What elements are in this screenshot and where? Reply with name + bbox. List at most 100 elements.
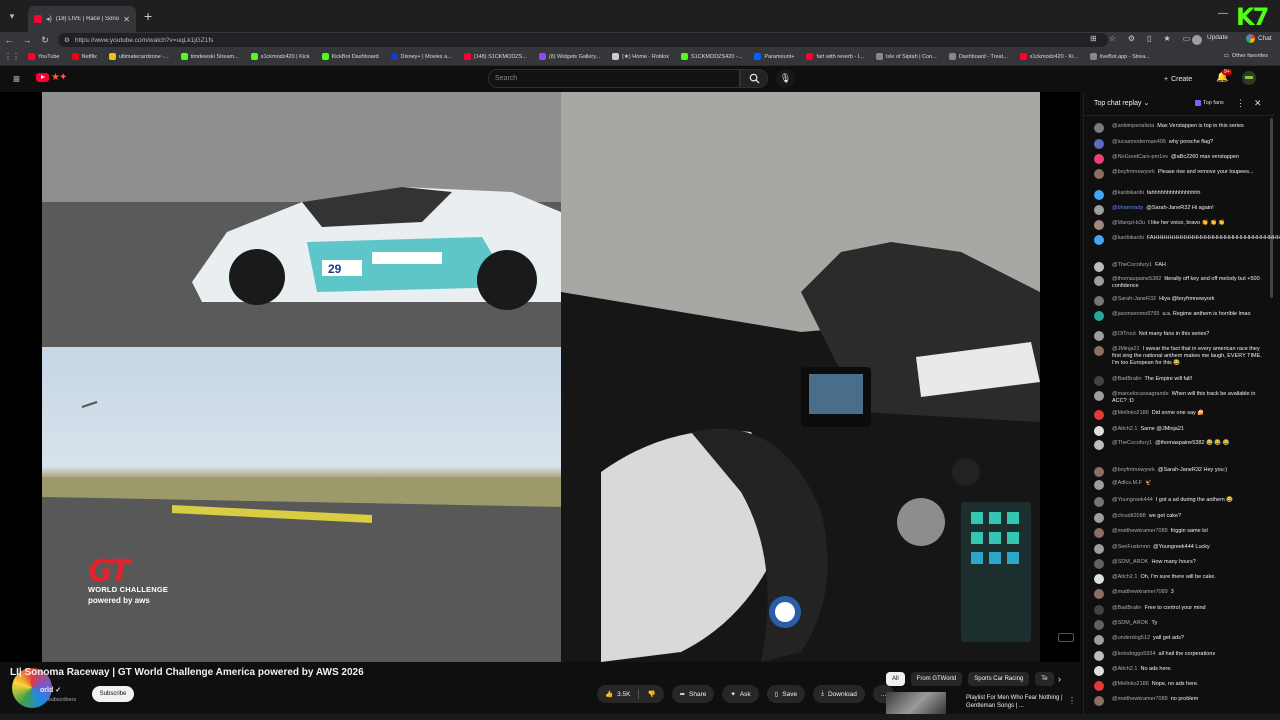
- chat-user-avatar[interactable]: [1094, 480, 1104, 490]
- chat-user-avatar[interactable]: [1094, 190, 1104, 200]
- chip-from-gtworld[interactable]: From GTWorld: [910, 672, 963, 686]
- chat-user-avatar[interactable]: [1094, 276, 1104, 286]
- bookmark-star-icon[interactable]: ☆: [1109, 34, 1116, 43]
- chat-username[interactable]: @boyfrmnewyork: [1112, 467, 1155, 473]
- chat-username[interactable]: @OlTrout: [1112, 331, 1136, 337]
- chat-user-avatar[interactable]: [1094, 589, 1104, 599]
- ask-button[interactable]: ✦ Ask: [722, 685, 759, 703]
- share-button[interactable]: ➦ Share: [671, 685, 715, 703]
- chat-user-avatar[interactable]: [1094, 331, 1104, 341]
- chat-username[interactable]: @underdog512: [1112, 635, 1150, 641]
- chat-username[interactable]: @NoGoodCars-pm1ev: [1112, 154, 1168, 160]
- chat-user-avatar[interactable]: [1094, 205, 1104, 215]
- hamburger-menu-icon[interactable]: ≡: [13, 73, 20, 85]
- chat-username[interactable]: @marcelocassagrande: [1112, 391, 1169, 397]
- chat-scrollbar[interactable]: [1270, 118, 1273, 298]
- update-button[interactable]: Update: [1207, 34, 1228, 41]
- install-icon[interactable]: ⊞: [1090, 34, 1097, 43]
- chat-username[interactable]: @Mellnko2186: [1112, 681, 1149, 687]
- bookmark-item[interactable]: s1ckmodz420 | Kick: [250, 53, 310, 60]
- bookmark-item[interactable]: timdewski Stream...: [180, 53, 239, 60]
- voice-search-mic-icon[interactable]: 🎙: [776, 69, 795, 88]
- back-icon[interactable]: ←: [0, 35, 18, 45]
- chat-user-avatar[interactable]: [1094, 681, 1104, 691]
- new-tab-button[interactable]: +: [144, 8, 152, 24]
- chat-username[interactable]: @antiimperialista: [1112, 123, 1154, 129]
- chat-user-avatar[interactable]: [1094, 123, 1104, 133]
- close-tab-icon[interactable]: ✕: [123, 15, 130, 24]
- chat-user-avatar[interactable]: [1094, 559, 1104, 569]
- top-fans-button[interactable]: Top fans: [1195, 100, 1224, 106]
- chat-username[interactable]: @lucasmoderman406: [1112, 139, 1166, 145]
- bookmark-item[interactable]: Isle of Siptah | Con...: [875, 53, 937, 60]
- youtube-doodle-logo[interactable]: ★✦: [51, 71, 85, 85]
- chat-username[interactable]: @BadBralin: [1112, 376, 1141, 382]
- chat-user-avatar[interactable]: [1094, 696, 1104, 706]
- chat-more-icon[interactable]: ⋮: [1236, 98, 1245, 109]
- bookmark-item[interactable]: S1CKMODZS420 -...: [680, 53, 742, 60]
- chat-user-avatar[interactable]: [1094, 605, 1104, 615]
- browser-tab-active[interactable]: ◂) (18) LIVE | Race | Sonoma Ra... ✕: [28, 6, 136, 32]
- chat-username[interactable]: @Mellnko2186: [1112, 410, 1149, 416]
- chat-username[interactable]: @jasonsenmo8765: [1112, 311, 1159, 317]
- bookmark-item[interactable]: YouTube: [28, 53, 60, 60]
- youtube-logo-icon[interactable]: [36, 73, 49, 82]
- chat-user-avatar[interactable]: [1094, 426, 1104, 436]
- chat-user-avatar[interactable]: [1094, 528, 1104, 538]
- chat-user-avatar[interactable]: [1094, 497, 1104, 507]
- chat-username[interactable]: @Altch2.1: [1112, 574, 1137, 580]
- bookmark-item[interactable]: KickBot Dashboard: [321, 53, 379, 60]
- chat-username[interactable]: @JMinja21: [1112, 346, 1140, 352]
- chat-user-avatar[interactable]: [1094, 296, 1104, 306]
- minimize-icon[interactable]: —: [1218, 8, 1228, 19]
- bookmark-item[interactable]: (8) Widgets Gallery...: [538, 53, 600, 60]
- bookmark-item[interactable]: (148) S1CKMODZS...: [463, 53, 527, 60]
- bookmark-item[interactable]: Netflix: [71, 53, 97, 60]
- chat-username[interactable]: @Altch2.1: [1112, 426, 1137, 432]
- chat-user-avatar[interactable]: [1094, 220, 1104, 230]
- chat-user-avatar[interactable]: [1094, 262, 1104, 272]
- chat-username[interactable]: @Altch2.1: [1112, 666, 1137, 672]
- site-info-icon[interactable]: ⚙: [64, 36, 70, 44]
- chat-username[interactable]: @karibikaribi: [1112, 235, 1144, 241]
- chat-user-avatar[interactable]: [1094, 666, 1104, 676]
- like-button[interactable]: 👍 3.5K 👎: [597, 685, 664, 703]
- chat-username[interactable]: @thomaspaine5382: [1112, 276, 1161, 282]
- save-button[interactable]: ▯ Save: [766, 685, 806, 703]
- chat-username[interactable]: @SDM_AROK: [1112, 559, 1148, 565]
- extensions-icon[interactable]: ⚙: [1128, 34, 1135, 43]
- chat-username[interactable]: @BadBralin: [1112, 605, 1141, 611]
- copilot-chat-button[interactable]: Chat: [1246, 34, 1272, 43]
- chat-username[interactable]: @Sarah-JaneR32: [1112, 296, 1156, 302]
- chat-username[interactable]: @boyfrmnewyork: [1112, 169, 1155, 175]
- chip-all[interactable]: All: [886, 672, 905, 686]
- chip-truncated[interactable]: Te: [1035, 672, 1054, 686]
- video-player[interactable]: 29 GT WORLD CHALLENGE powered by aws: [0, 92, 1080, 662]
- bookmark-item[interactable]: s1ckmodz420 - Ki...: [1019, 53, 1078, 60]
- profile-avatar[interactable]: [1192, 35, 1202, 45]
- chat-user-avatar[interactable]: [1094, 346, 1104, 356]
- chat-username[interactable]: @cloudit2088: [1112, 513, 1146, 519]
- chat-user-avatar[interactable]: [1094, 440, 1104, 450]
- speaker-icon[interactable]: ◂): [46, 15, 52, 23]
- recommended-title[interactable]: Playlist For Men Who Fear Nothing | Gent…: [966, 694, 1066, 710]
- chat-username[interactable]: @karibikaribi: [1112, 190, 1144, 196]
- chat-user-avatar[interactable]: [1094, 467, 1104, 477]
- thumbs-down-icon[interactable]: 👎: [647, 690, 655, 698]
- tab-search-icon[interactable]: ▾: [2, 6, 22, 26]
- bookmark-item[interactable]: Paramount+: [754, 53, 794, 60]
- chat-mode-dropdown[interactable]: Top chat replay ⌄: [1094, 99, 1149, 107]
- chat-username[interactable]: @matthewkramer7089: [1112, 589, 1168, 595]
- chat-user-avatar[interactable]: [1094, 513, 1104, 523]
- forward-icon[interactable]: →: [18, 35, 36, 45]
- bookmark-item[interactable]: (★) Home - Roblox: [612, 53, 669, 60]
- chat-user-avatar[interactable]: [1094, 311, 1104, 321]
- other-favorites[interactable]: ▭ Other favorites: [1224, 53, 1268, 59]
- favorites-icon[interactable]: ★: [1163, 34, 1170, 43]
- chat-user-avatar[interactable]: [1094, 620, 1104, 630]
- subscribe-button[interactable]: Subscribe: [92, 686, 134, 702]
- chat-user-avatar[interactable]: [1094, 235, 1104, 245]
- bookmark-item[interactable]: fart with reverb - I...: [806, 53, 864, 60]
- chat-username[interactable]: @Youngreek444: [1112, 497, 1153, 503]
- chat-username[interactable]: @matthewkramer7089: [1112, 528, 1168, 534]
